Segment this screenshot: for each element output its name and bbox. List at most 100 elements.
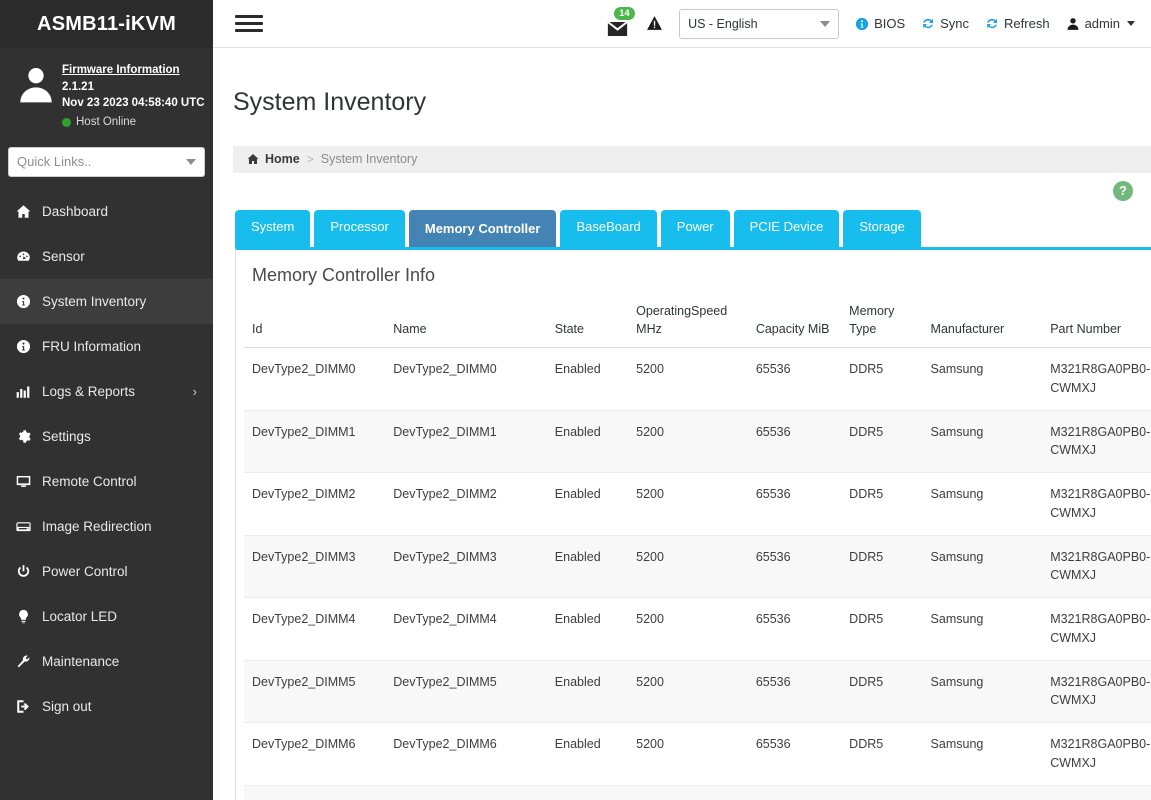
user-menu-button[interactable]: admin [1066, 16, 1135, 31]
sidebar-item-sensor[interactable]: Sensor [0, 234, 213, 279]
inventory-tabs: System Processor Memory Controller BaseB… [213, 206, 1151, 247]
column-header-state[interactable]: State [546, 295, 629, 349]
breadcrumb-home-link[interactable]: Home [247, 152, 300, 166]
gear-icon [16, 429, 42, 444]
table-row[interactable]: DevType2_DIMM4 DevType2_DIMM4 Enabled 52… [244, 597, 1151, 661]
quick-links-select[interactable]: Quick Links.. [8, 146, 205, 177]
cell-state: Enabled [546, 535, 629, 599]
sidebar-item-sign-out[interactable]: Sign out [0, 684, 213, 729]
help-icon[interactable]: ? [1113, 180, 1133, 201]
table-row[interactable]: DevType2_DIMM5 DevType2_DIMM5 Enabled 52… [244, 660, 1151, 724]
cell-manufacturer: Samsung [922, 535, 1043, 599]
column-header-memory-type[interactable]: Memory Type [841, 295, 923, 349]
tab-system[interactable]: System [235, 209, 311, 247]
cell-capacity: 65536 [747, 472, 842, 536]
cell-manufacturer: Samsung [922, 597, 1043, 661]
info-circle-icon [16, 339, 42, 354]
tab-storage[interactable]: Storage [843, 209, 921, 247]
tab-processor[interactable]: Processor [314, 209, 405, 247]
sidebar-item-maintenance[interactable]: Maintenance [0, 639, 213, 684]
cell-speed: 5200 [628, 410, 748, 474]
sidebar-item-dashboard[interactable]: Dashboard [0, 189, 213, 234]
cell-memory-type: DDR5 [841, 722, 923, 786]
sidebar-item-fru-information[interactable]: FRU Information [0, 324, 213, 369]
table-row[interactable]: DevType2_DIMM1 DevType2_DIMM1 Enabled 52… [244, 410, 1151, 474]
page-content: System Inventory Home > System Inventory… [213, 48, 1151, 800]
sidebar-item-image-redirection[interactable]: Image Redirection [0, 504, 213, 549]
menu-toggle-icon[interactable] [235, 15, 263, 32]
page-title: System Inventory [233, 87, 427, 116]
wrench-icon [16, 654, 42, 669]
sidebar-item-locator-led[interactable]: Locator LED [0, 594, 213, 639]
table-wrap: Id Name State OperatingSpeed MHz Capacit… [236, 295, 1151, 800]
breadcrumb-separator: > [306, 152, 314, 166]
table-row[interactable]: DevType2_DIMM6 DevType2_DIMM6 Enabled 52… [244, 722, 1151, 786]
tab-pcie-device[interactable]: PCIE Device [733, 209, 840, 247]
table-row[interactable]: DevType2_DIMM3 DevType2_DIMM3 Enabled 52… [244, 535, 1151, 599]
sidebar-item-label: Sensor [42, 248, 85, 264]
sidebar-item-label: Image Redirection [42, 518, 152, 534]
sidebar-item-system-inventory[interactable]: System Inventory [0, 278, 213, 324]
memory-controller-table: Id Name State OperatingSpeed MHz Capacit… [244, 295, 1151, 800]
sidebar-item-settings[interactable]: Settings [0, 414, 213, 459]
sidebar-item-remote-control[interactable]: Remote Control [0, 459, 213, 504]
cell-name: DevType2_DIMM1 [385, 410, 547, 474]
cell-part-number: M321R8GA0PB0-CWMXJ [1042, 472, 1151, 536]
cell-speed: 5200 [628, 535, 748, 599]
sidebar-item-label: FRU Information [42, 338, 142, 354]
home-icon [16, 204, 42, 219]
column-header-part-number[interactable]: Part Number [1042, 295, 1151, 349]
column-header-capacity[interactable]: Capacity MiB [747, 295, 842, 349]
top-actions: 14 US - English BIOS Sync Refresh admin [604, 6, 1135, 39]
cell-manufacturer: Samsung [922, 660, 1043, 724]
tab-baseboard[interactable]: BaseBoard [560, 209, 657, 247]
notifications-mail-button[interactable]: 14 [604, 6, 635, 37]
column-header-operating-speed[interactable]: OperatingSpeed MHz [628, 295, 748, 349]
cell-id: DevType2_DIMM1 [244, 410, 386, 474]
cell-manufacturer: Samsung [922, 347, 1043, 411]
tab-power[interactable]: Power [660, 209, 730, 247]
chevron-down-icon [820, 20, 831, 27]
sidebar-item-label: System Inventory [42, 293, 147, 309]
firmware-information-link[interactable]: Firmware Information [62, 62, 205, 79]
breadcrumb-home-label: Home [265, 152, 300, 166]
sync-label: Sync [940, 16, 970, 31]
cell-id: DevType2_DIMM6 [244, 722, 386, 786]
cell-name: DevType2_DIMM2 [385, 472, 547, 536]
cell-id: DevType2_DIMM4 [244, 597, 386, 661]
cell-state: Enabled [546, 410, 629, 474]
language-select[interactable]: US - English [679, 8, 840, 39]
cell-part-number: M321R8GA0PB0-CWMXJ [1042, 722, 1151, 786]
cell-id: DevType2_DIMM3 [244, 535, 386, 599]
cell-capacity: 65536 [747, 597, 842, 661]
cell-capacity: 65536 [747, 660, 842, 724]
sidebar-item-logs-reports[interactable]: Logs & Reports › [0, 369, 213, 414]
table-head: Id Name State OperatingSpeed MHz Capacit… [244, 295, 1151, 349]
table-row[interactable]: DevType2_DIMM2 DevType2_DIMM2 Enabled 52… [244, 472, 1151, 536]
table-row[interactable]: DevType2_DIMM7 DevType2_DIMM7 Enabled 52… [244, 785, 1151, 800]
cell-part-number: M321R8GA0PB0-CWMXJ [1042, 785, 1151, 800]
column-header-name[interactable]: Name [385, 295, 547, 349]
bios-button[interactable]: BIOS [855, 16, 905, 31]
sidebar-item-power-control[interactable]: Power Control [0, 549, 213, 594]
column-header-id[interactable]: Id [244, 295, 386, 349]
host-status-label: Host Online [76, 116, 137, 129]
home-icon [247, 154, 259, 164]
cell-speed: 5200 [628, 347, 748, 411]
cell-memory-type: DDR5 [841, 410, 923, 474]
sign-out-icon [16, 699, 42, 714]
cell-manufacturer: Samsung [922, 785, 1043, 800]
warning-icon[interactable] [646, 15, 663, 32]
refresh-label: Refresh [1004, 16, 1050, 31]
brand-title: ASMB11-iKVM [0, 0, 213, 48]
column-header-manufacturer[interactable]: Manufacturer [922, 295, 1043, 349]
cell-name: DevType2_DIMM6 [385, 722, 547, 786]
refresh-button[interactable]: Refresh [985, 16, 1050, 31]
chevron-right-icon: › [192, 383, 197, 399]
firmware-version: 2.1.21 [62, 80, 94, 93]
sync-button[interactable]: Sync [921, 16, 969, 31]
tab-memory-controller[interactable]: Memory Controller [408, 209, 557, 247]
cell-state: Enabled [546, 347, 629, 411]
table-row[interactable]: DevType2_DIMM0 DevType2_DIMM0 Enabled 52… [244, 347, 1151, 411]
refresh-icon [987, 18, 998, 28]
